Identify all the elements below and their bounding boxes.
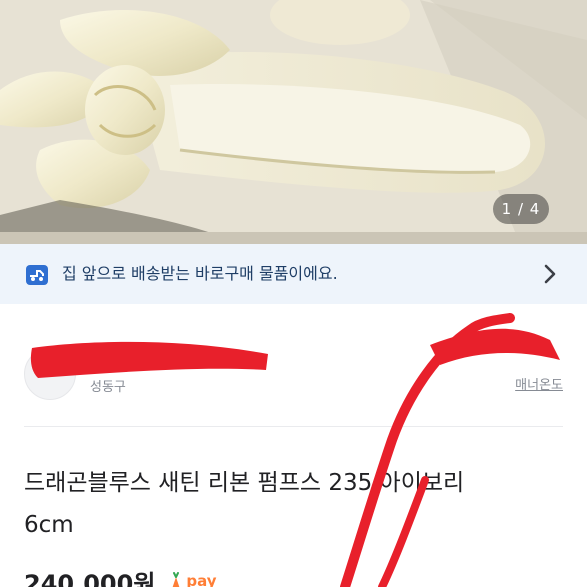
product-price: 240,000원	[24, 569, 156, 587]
pay-label: pay	[186, 572, 217, 587]
pay-badge: pay	[169, 572, 217, 587]
product-photo[interactable]: 1 / 4	[0, 0, 587, 244]
photo-counter: 1 / 4	[493, 194, 549, 224]
redaction-scribble	[30, 341, 269, 378]
carrot-icon	[173, 572, 180, 587]
chevron-right-icon[interactable]	[539, 262, 561, 286]
manner-temperature-link[interactable]: 매너온도	[515, 374, 563, 393]
delivery-truck-icon	[26, 265, 48, 285]
delivery-banner-text: 집 앞으로 배송받는 바로구매 물품이에요.	[62, 264, 338, 283]
section-divider	[24, 426, 563, 427]
product-title: 드래곤블루스 새틴 리본 펌프스 235 아이보리 6cm	[24, 470, 465, 538]
delivery-banner[interactable]: 집 앞으로 배송받는 바로구매 물품이에요.	[0, 244, 587, 304]
price-row: 240,000원 pay	[24, 566, 217, 587]
